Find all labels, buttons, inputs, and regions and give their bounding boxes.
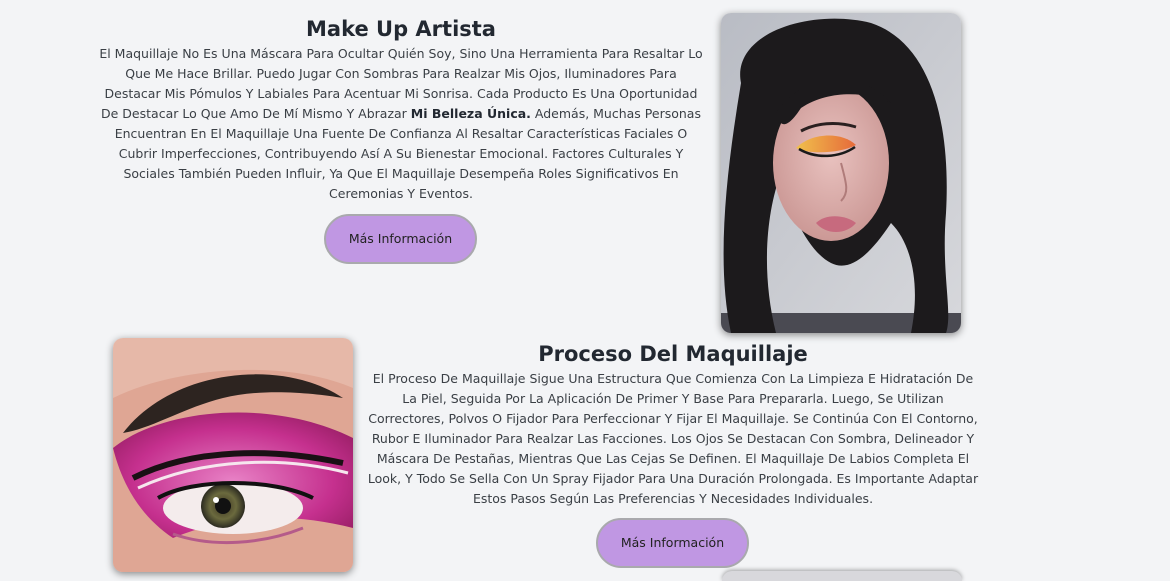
process-more-info-button[interactable]: Más Información (596, 518, 749, 568)
portrait-image (721, 13, 961, 333)
process-button-wrap: Más Información (596, 518, 749, 568)
next-card-edge (722, 571, 962, 581)
artist-description-bold: Mi Belleza Única. (410, 106, 531, 121)
portrait-photo (721, 13, 961, 333)
artist-button-wrap: Más Información (324, 214, 477, 264)
process-title: Proceso Del Maquillaje (538, 342, 808, 366)
artist-description: El Maquillaje No Es Una Máscara Para Ocu… (96, 44, 706, 204)
eye-makeup-photo (113, 338, 353, 572)
artist-title: Make Up Artista (306, 17, 496, 41)
process-section: Proceso Del Maquillaje El Proceso De Maq… (364, 341, 982, 509)
eye-makeup-image (113, 338, 353, 572)
process-description: El Proceso De Maquillaje Sigue Una Estru… (367, 371, 979, 506)
artist-section: Make Up Artista El Maquillaje No Es Una … (96, 16, 706, 204)
more-info-button[interactable]: Más Información (324, 214, 477, 264)
